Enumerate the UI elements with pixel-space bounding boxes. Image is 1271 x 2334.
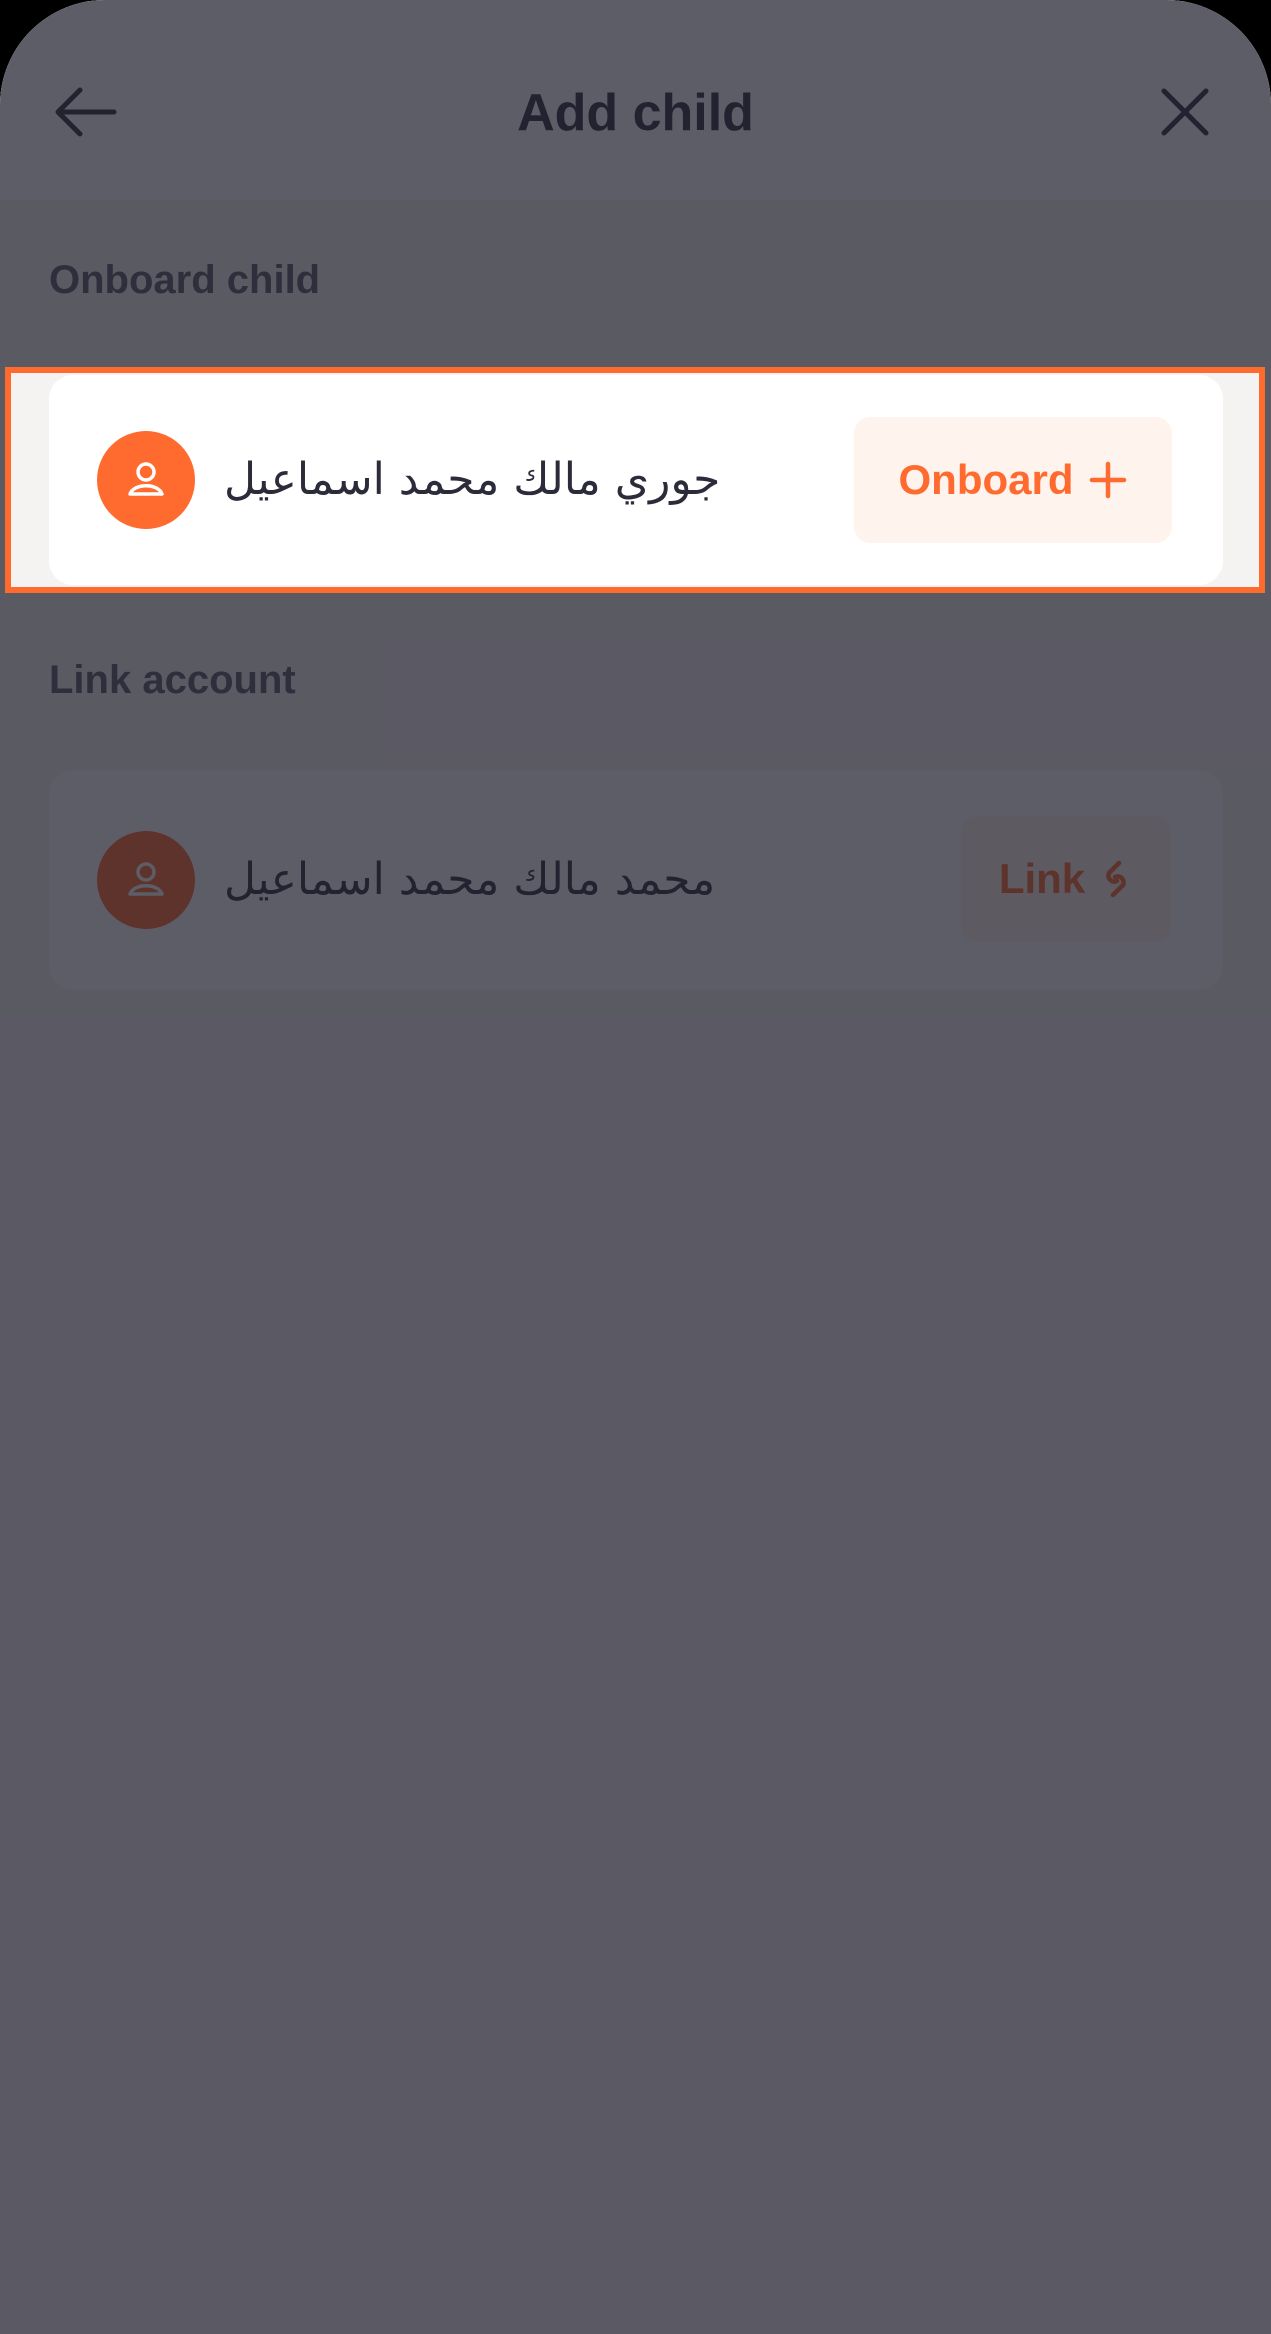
- plus-icon: [1089, 461, 1126, 499]
- link-button[interactable]: Link: [961, 816, 1171, 942]
- onboard-button[interactable]: Onboard: [854, 417, 1172, 543]
- page-title: Add child: [517, 84, 754, 142]
- child-name: محمد مالك محمد اسماعيل: [224, 854, 716, 905]
- close-button[interactable]: [1140, 62, 1230, 162]
- header-bar: Add child: [0, 0, 1271, 200]
- section-label-onboard: Onboard child: [49, 258, 321, 302]
- screen: Add child Onboard child Link account محم…: [0, 0, 1271, 2334]
- user-icon: [128, 862, 164, 896]
- onboard-child-card: جوري مالك محمد اسماعيل Onboard: [49, 375, 1223, 585]
- dim-overlay: [0, 0, 1271, 2334]
- onboard-button-label: Onboard: [898, 456, 1074, 503]
- section-label-link: Link account: [49, 658, 296, 702]
- user-icon: [128, 462, 164, 496]
- link-button-label: Link: [998, 855, 1086, 902]
- child-avatar: [97, 431, 195, 529]
- close-icon: [1161, 88, 1209, 136]
- link-icon: [1106, 860, 1126, 898]
- link-child-card: محمد مالك محمد اسماعيل Link: [49, 770, 1223, 990]
- child-avatar: [97, 831, 195, 929]
- child-name: جوري مالك محمد اسماعيل: [224, 454, 721, 505]
